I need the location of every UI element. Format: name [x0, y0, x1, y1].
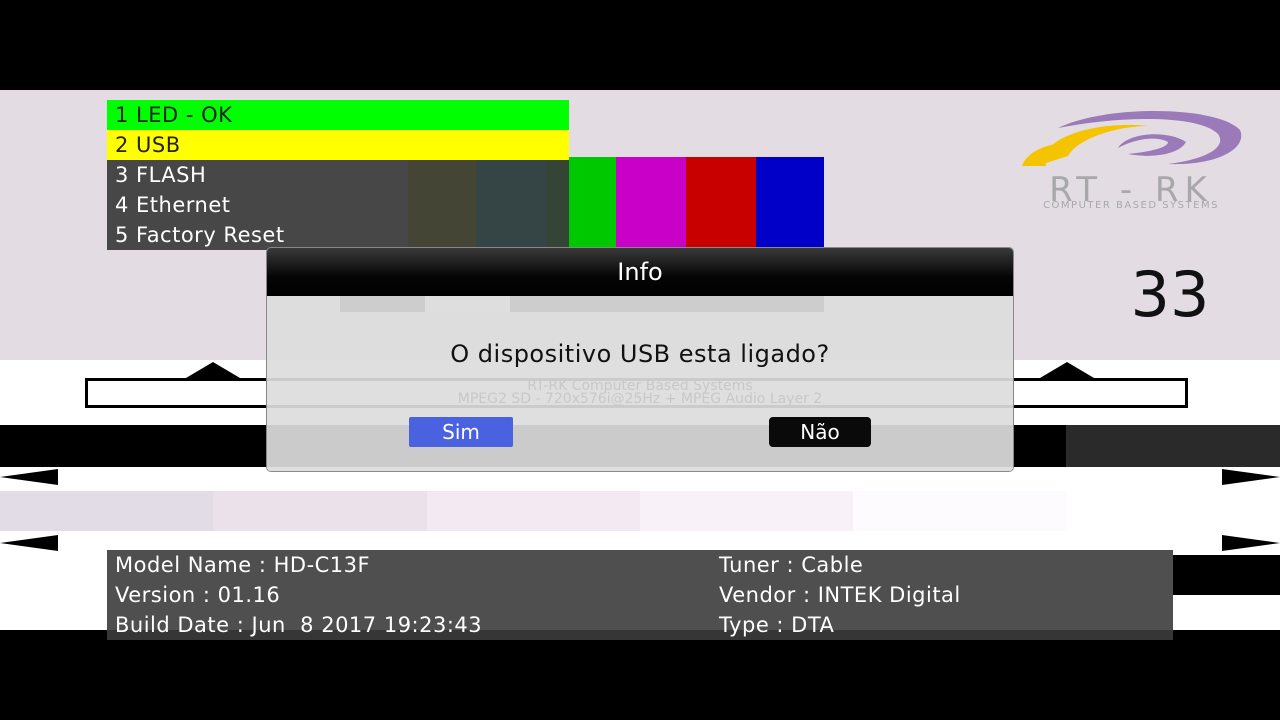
model-name: Model Name : HD-C13F	[115, 553, 371, 577]
channel-number: 33	[1130, 258, 1210, 331]
arrow-left-icon-2	[0, 535, 58, 551]
logo-subtitle: COMPUTER BASED SYSTEMS	[1043, 200, 1219, 211]
menu-item-led[interactable]: 1 LED - OK	[107, 100, 569, 130]
menu-item-ethernet[interactable]: 4 Ethernet	[107, 190, 569, 220]
dialog-title: Info	[617, 258, 663, 286]
no-button[interactable]: Não	[769, 417, 871, 447]
device-info-panel: Model Name : HD-C13F Version : 01.16 Bui…	[107, 550, 1173, 640]
color-bar-red	[686, 157, 756, 248]
build-date: Build Date : Jun 8 2017 19:23:43	[115, 613, 483, 637]
pattern-black-block	[1173, 555, 1280, 595]
yes-button[interactable]: Sim	[409, 417, 513, 447]
info-dialog: Info O dispositivo USB esta ligado? RT-R…	[267, 248, 1013, 471]
menu-item-flash[interactable]: 3 FLASH	[107, 160, 569, 190]
tuner: Tuner : Cable	[719, 553, 864, 577]
arrow-up-right-icon	[1040, 362, 1094, 378]
arrow-up-left-icon	[186, 362, 240, 378]
arrow-right-icon	[1222, 469, 1280, 485]
pattern-gray-block	[1066, 425, 1280, 467]
vendor: Vendor : INTEK Digital	[719, 583, 961, 607]
device-info-right: Tuner : Cable Vendor : INTEK Digital Typ…	[719, 550, 961, 640]
pattern-gray-steps	[0, 491, 1280, 531]
test-menu: 1 LED - OK 2 USB 3 FLASH 4 Ethernet 5 Fa…	[107, 100, 569, 250]
color-bar-blue	[756, 157, 824, 248]
color-bar-magenta	[616, 157, 686, 248]
menu-item-factory-reset[interactable]: 5 Factory Reset	[107, 220, 569, 250]
type: Type : DTA	[719, 613, 835, 637]
dialog-background-text-2: MPEG2 SD - 720x576i@25Hz + MPEG Audio La…	[457, 391, 823, 407]
dialog-message: O dispositivo USB esta ligado?	[450, 340, 830, 368]
menu-item-usb[interactable]: 2 USB	[107, 130, 569, 160]
version: Version : 01.16	[115, 583, 281, 607]
arrow-left-icon	[0, 469, 58, 485]
arrow-right-icon-2	[1222, 535, 1280, 551]
device-info-left: Model Name : HD-C13F Version : 01.16 Bui…	[115, 550, 482, 640]
